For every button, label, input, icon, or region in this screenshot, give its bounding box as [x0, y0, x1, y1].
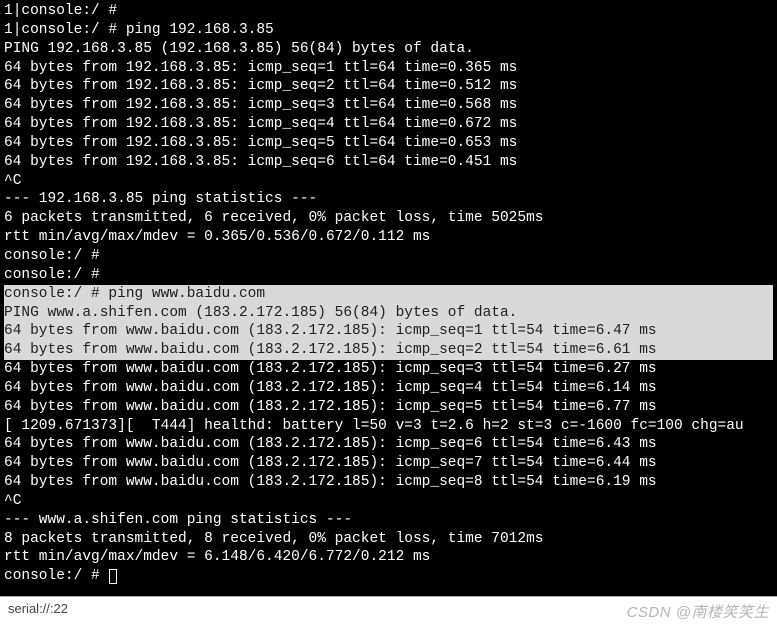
terminal-prompt-line[interactable]: console:/ # [4, 567, 773, 586]
terminal-line: 64 bytes from 192.168.3.85: icmp_seq=3 t… [4, 96, 773, 115]
terminal-line: 64 bytes from www.baidu.com (183.2.172.1… [4, 398, 773, 417]
terminal-line: 64 bytes from www.baidu.com (183.2.172.1… [4, 379, 773, 398]
terminal-line: 64 bytes from 192.168.3.85: icmp_seq=6 t… [4, 153, 773, 172]
terminal-line: 64 bytes from www.baidu.com (183.2.172.1… [4, 360, 773, 379]
terminal-line: 64 bytes from www.baidu.com (183.2.172.1… [4, 435, 773, 454]
terminal-line: ^C [4, 172, 773, 191]
terminal-line: 64 bytes from www.baidu.com (183.2.172.1… [4, 454, 773, 473]
terminal-line: 1|console:/ # [4, 2, 773, 21]
terminal-line: 6 packets transmitted, 6 received, 0% pa… [4, 209, 773, 228]
terminal-output[interactable]: 1|console:/ #1|console:/ # ping 192.168.… [0, 0, 777, 596]
terminal-line: 64 bytes from 192.168.3.85: icmp_seq=5 t… [4, 134, 773, 153]
status-bar: serial://:22 CSDN @南楼笑笑生 [0, 596, 777, 632]
terminal-line: console:/ # ping www.baidu.com [4, 285, 773, 304]
terminal-line: 8 packets transmitted, 8 received, 0% pa… [4, 530, 773, 549]
terminal-line: 64 bytes from www.baidu.com (183.2.172.1… [4, 473, 773, 492]
terminal-line: ^C [4, 492, 773, 511]
terminal-line: 64 bytes from 192.168.3.85: icmp_seq=2 t… [4, 77, 773, 96]
terminal-line: console:/ # [4, 247, 773, 266]
terminal-line: 1|console:/ # ping 192.168.3.85 [4, 21, 773, 40]
terminal-line: [ 1209.671373][ T444] healthd: battery l… [4, 417, 773, 436]
cursor-icon [109, 569, 117, 584]
terminal-line: PING 192.168.3.85 (192.168.3.85) 56(84) … [4, 40, 773, 59]
terminal-line: console:/ # [4, 266, 773, 285]
terminal-line: --- 192.168.3.85 ping statistics --- [4, 190, 773, 209]
terminal-line: 64 bytes from 192.168.3.85: icmp_seq=4 t… [4, 115, 773, 134]
terminal-line: rtt min/avg/max/mdev = 0.365/0.536/0.672… [4, 228, 773, 247]
terminal-line: 64 bytes from 192.168.3.85: icmp_seq=1 t… [4, 59, 773, 78]
terminal-line: 64 bytes from www.baidu.com (183.2.172.1… [4, 341, 773, 360]
connection-label: serial://:22 [8, 601, 68, 618]
prompt-text: console:/ # [4, 568, 108, 584]
terminal-line: 64 bytes from www.baidu.com (183.2.172.1… [4, 322, 773, 341]
watermark-text: CSDN @南楼笑笑生 [627, 603, 769, 623]
terminal-line: --- www.a.shifen.com ping statistics --- [4, 511, 773, 530]
terminal-line: PING www.a.shifen.com (183.2.172.185) 56… [4, 304, 773, 323]
terminal-line: rtt min/avg/max/mdev = 6.148/6.420/6.772… [4, 548, 773, 567]
